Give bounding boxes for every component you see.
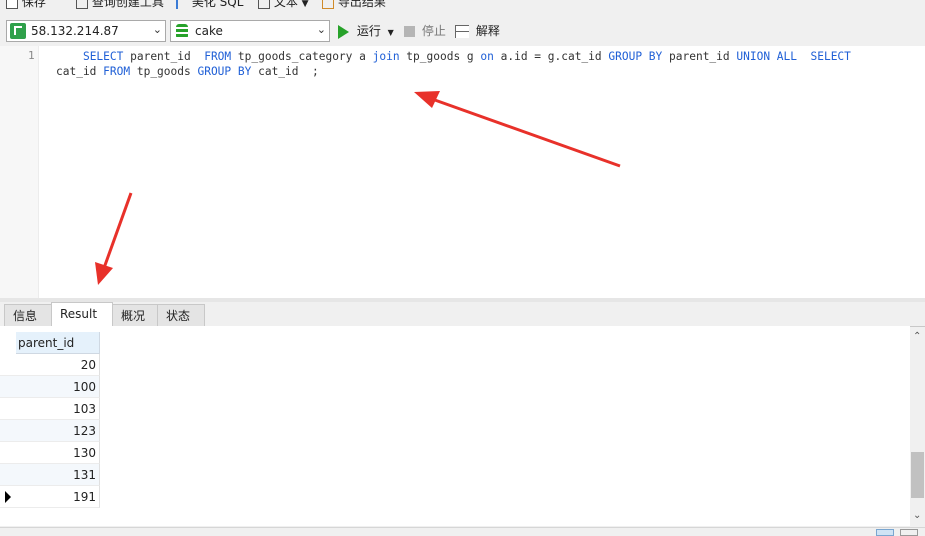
annotation-arrow-result	[95, 192, 133, 285]
annotation-arrow-editor	[414, 91, 621, 168]
annotation-overlay	[95, 91, 621, 285]
